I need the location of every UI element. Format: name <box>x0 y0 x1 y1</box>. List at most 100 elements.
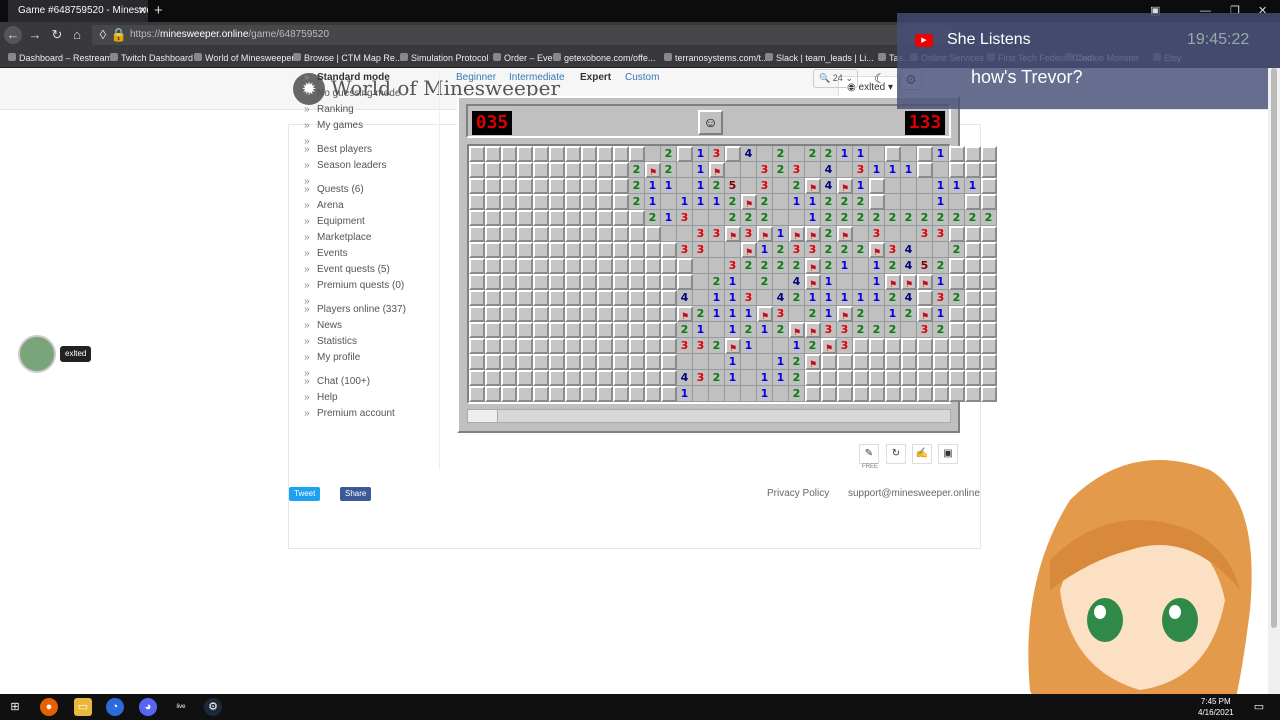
windows-start-icon[interactable]: ⊞ <box>6 698 24 716</box>
hidden-cell[interactable] <box>581 178 597 194</box>
scroll-thumb[interactable] <box>468 410 498 422</box>
night-mode-moon-icon[interactable]: ☾ <box>869 68 891 90</box>
hidden-cell[interactable] <box>597 386 613 402</box>
number-cell[interactable]: 1 <box>693 146 709 162</box>
number-cell[interactable]: 2 <box>741 210 757 226</box>
hidden-cell[interactable] <box>501 386 517 402</box>
sidebar-item[interactable]: My games <box>304 118 434 134</box>
number-cell[interactable]: 2 <box>789 370 805 386</box>
number-cell[interactable]: 1 <box>869 274 885 290</box>
sidebar-item[interactable]: Equipment <box>304 214 434 230</box>
hidden-cell[interactable] <box>549 290 565 306</box>
number-cell[interactable]: 1 <box>757 322 773 338</box>
hidden-cell[interactable] <box>917 338 933 354</box>
bookmark-item[interactable]: World of Minesweeper <box>194 48 294 68</box>
sidebar-item[interactable]: Events <box>304 246 434 262</box>
empty-cell[interactable] <box>693 258 709 274</box>
hidden-cell[interactable] <box>949 370 965 386</box>
hidden-cell[interactable] <box>645 258 661 274</box>
empty-cell[interactable] <box>773 338 789 354</box>
hidden-cell[interactable] <box>949 338 965 354</box>
hidden-cell[interactable] <box>581 354 597 370</box>
number-cell[interactable]: 2 <box>773 146 789 162</box>
address-bar[interactable]: ◊ 🔒 https://minesweeper.online/game/6487… <box>92 25 952 45</box>
hidden-cell[interactable] <box>485 194 501 210</box>
number-cell[interactable]: 3 <box>677 210 693 226</box>
hidden-cell[interactable] <box>597 162 613 178</box>
number-cell[interactable]: 3 <box>853 162 869 178</box>
hidden-cell[interactable] <box>565 386 581 402</box>
number-cell[interactable]: 1 <box>837 258 853 274</box>
number-cell[interactable]: 4 <box>821 162 837 178</box>
hidden-cell[interactable] <box>469 210 485 226</box>
hidden-cell[interactable] <box>549 306 565 322</box>
hidden-cell[interactable] <box>965 370 981 386</box>
empty-cell[interactable] <box>709 242 725 258</box>
number-cell[interactable]: 2 <box>821 210 837 226</box>
hidden-cell[interactable] <box>485 354 501 370</box>
number-cell[interactable]: 4 <box>773 290 789 306</box>
share-button[interactable]: Share <box>340 487 372 501</box>
number-cell[interactable]: 3 <box>693 338 709 354</box>
hidden-cell[interactable] <box>533 306 549 322</box>
number-cell[interactable]: 2 <box>901 210 917 226</box>
hidden-cell[interactable] <box>549 226 565 242</box>
hidden-cell[interactable] <box>597 258 613 274</box>
empty-cell[interactable] <box>901 322 917 338</box>
number-cell[interactable]: 2 <box>869 322 885 338</box>
hidden-cell[interactable] <box>501 338 517 354</box>
hidden-cell[interactable] <box>581 146 597 162</box>
hidden-cell[interactable] <box>517 290 533 306</box>
flag-icon[interactable]: ⚑ <box>789 322 805 338</box>
number-cell[interactable]: 1 <box>885 162 901 178</box>
empty-cell[interactable] <box>901 226 917 242</box>
hidden-cell[interactable] <box>485 178 501 194</box>
empty-cell[interactable] <box>677 162 693 178</box>
empty-cell[interactable] <box>805 162 821 178</box>
hidden-cell[interactable] <box>661 354 677 370</box>
hidden-cell[interactable] <box>837 354 853 370</box>
hidden-cell[interactable] <box>533 290 549 306</box>
sidebar-item[interactable]: Best players <box>304 142 434 158</box>
hidden-cell[interactable] <box>613 194 629 210</box>
number-cell[interactable]: 1 <box>741 306 757 322</box>
number-cell[interactable]: 1 <box>709 194 725 210</box>
flag-icon[interactable]: ⚑ <box>805 322 821 338</box>
number-cell[interactable]: 2 <box>853 210 869 226</box>
file-explorer-icon[interactable]: ▭ <box>74 698 92 716</box>
hidden-cell[interactable] <box>853 386 869 402</box>
hidden-cell[interactable] <box>597 194 613 210</box>
number-cell[interactable]: 1 <box>901 162 917 178</box>
hidden-cell[interactable] <box>661 338 677 354</box>
number-cell[interactable]: 1 <box>869 258 885 274</box>
hidden-cell[interactable] <box>645 226 661 242</box>
number-cell[interactable]: 3 <box>677 338 693 354</box>
number-cell[interactable]: 1 <box>949 178 965 194</box>
hidden-cell[interactable] <box>677 274 693 290</box>
number-cell[interactable]: 1 <box>853 178 869 194</box>
hidden-cell[interactable] <box>597 354 613 370</box>
number-cell[interactable]: 1 <box>805 290 821 306</box>
hidden-cell[interactable] <box>581 242 597 258</box>
hidden-cell[interactable] <box>821 386 837 402</box>
hidden-cell[interactable] <box>517 146 533 162</box>
sidebar-item[interactable]: Premium quests (0) <box>304 278 434 294</box>
hidden-cell[interactable] <box>565 338 581 354</box>
number-cell[interactable]: 1 <box>789 338 805 354</box>
hidden-cell[interactable] <box>533 258 549 274</box>
hidden-cell[interactable] <box>549 146 565 162</box>
blue-app-icon[interactable]: ◔ <box>106 698 124 716</box>
bookmark-item[interactable]: Browse | CTM Map Re... <box>293 48 402 68</box>
number-cell[interactable]: 1 <box>805 194 821 210</box>
flag-icon[interactable]: ⚑ <box>805 258 821 274</box>
number-cell[interactable]: 1 <box>757 386 773 402</box>
empty-cell[interactable] <box>709 386 725 402</box>
hidden-cell[interactable] <box>533 242 549 258</box>
hidden-cell[interactable] <box>629 354 645 370</box>
flag-icon[interactable]: ⚑ <box>869 242 885 258</box>
empty-cell[interactable] <box>709 258 725 274</box>
hidden-cell[interactable] <box>565 162 581 178</box>
number-cell[interactable]: 5 <box>917 258 933 274</box>
flag-icon[interactable]: ⚑ <box>789 226 805 242</box>
empty-cell[interactable] <box>901 146 917 162</box>
